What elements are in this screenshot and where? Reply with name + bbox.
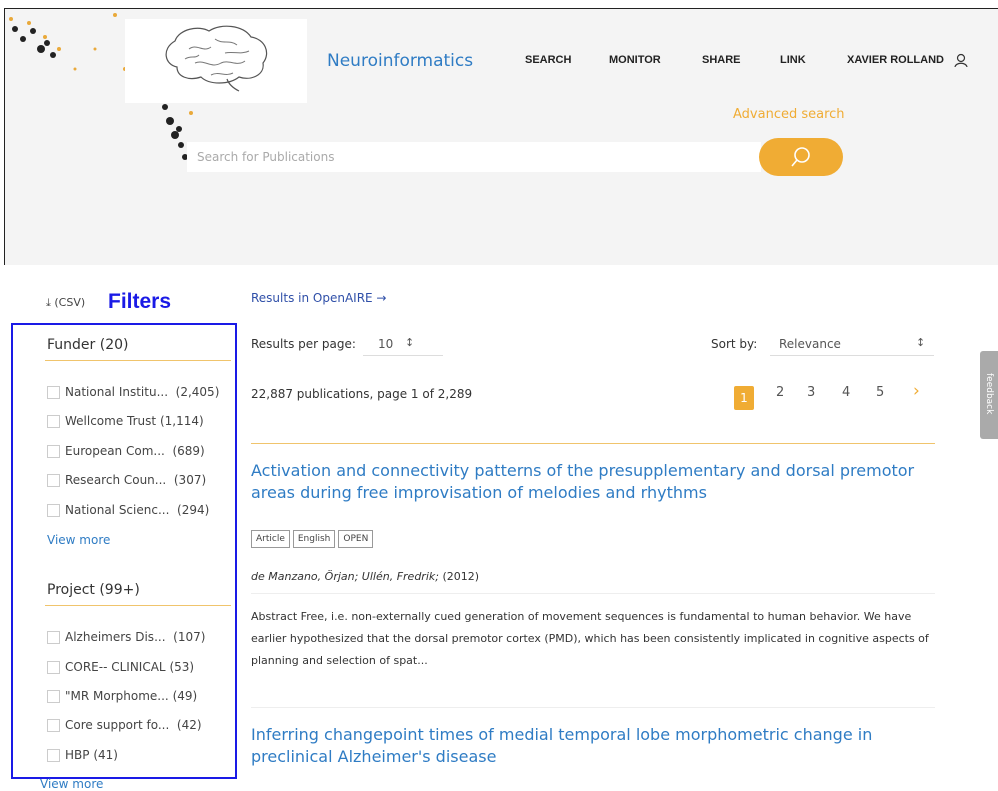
funder-view-more[interactable]: View more: [47, 533, 110, 547]
funder-item[interactable]: Research Coun... (307): [47, 473, 206, 487]
csv-label: (CSV): [54, 296, 86, 309]
advanced-search-link[interactable]: Advanced search: [733, 107, 845, 122]
facet-label: National Institu...: [65, 385, 169, 399]
search-input[interactable]: Search for Publications: [187, 142, 761, 172]
feedback-label: feedback: [984, 373, 994, 415]
filters-annotation: Filters: [108, 290, 172, 313]
page-5[interactable]: 5: [876, 385, 884, 400]
select-value: 10: [378, 337, 394, 351]
page-4[interactable]: 4: [842, 385, 850, 400]
page: Neuroinformatics SEARCH MONITOR SHARE LI…: [0, 0, 998, 791]
facet-label: Wellcome Trust: [65, 414, 157, 428]
checkbox[interactable]: [47, 444, 60, 458]
header: Neuroinformatics SEARCH MONITOR SHARE LI…: [4, 8, 998, 265]
facet-count: (1,114): [159, 414, 204, 428]
project-item[interactable]: HBP (41): [47, 748, 118, 762]
user-icon[interactable]: [954, 53, 968, 67]
checkbox[interactable]: [47, 660, 60, 674]
chevron-updown-icon: ↕: [916, 336, 926, 349]
sort-label: Sort by:: [711, 337, 758, 351]
funder-item[interactable]: National Institu... (2,405): [47, 385, 219, 399]
feedback-tab[interactable]: feedback: [980, 351, 998, 439]
facet-label: CORE-- CLINICAL: [65, 660, 166, 674]
funder-item[interactable]: European Com... (689): [47, 444, 205, 458]
badge-language: English: [292, 530, 336, 548]
facet-count: (49): [172, 689, 198, 703]
brand-title[interactable]: Neuroinformatics: [327, 51, 473, 71]
authors-text[interactable]: de Manzano, Örjan; Ullén, Fredrik;: [251, 570, 439, 583]
nav-link[interactable]: LINK: [780, 54, 806, 66]
checkbox[interactable]: [47, 689, 60, 703]
result-divider: [251, 707, 935, 708]
facet-count: (53): [169, 660, 195, 674]
badge-type: Article: [251, 530, 290, 548]
results-per-page-select[interactable]: 10 ↕: [363, 333, 443, 356]
project-item[interactable]: Alzheimers Dis... (107): [47, 630, 205, 644]
facet-label: National Scienc...: [65, 503, 170, 517]
facet-label: Research Coun...: [65, 473, 167, 487]
search-button[interactable]: [759, 138, 843, 176]
result-title[interactable]: Inferring changepoint times of medial te…: [251, 724, 931, 768]
brain-logo[interactable]: [125, 19, 307, 103]
checkbox[interactable]: [47, 630, 60, 644]
nav-monitor[interactable]: MONITOR: [609, 54, 661, 66]
nav-search[interactable]: SEARCH: [525, 54, 571, 66]
facet-label: Alzheimers Dis...: [65, 630, 166, 644]
facet-count: (689): [172, 444, 205, 458]
facet-count: (41): [93, 748, 118, 762]
result-title[interactable]: Activation and connectivity patterns of …: [251, 460, 931, 504]
funder-divider: [45, 360, 231, 361]
facet-count: (42): [176, 718, 202, 732]
project-facet-title[interactable]: Project (99+): [47, 582, 140, 598]
facet-count: (2,405): [175, 385, 220, 399]
result-separator: [251, 593, 935, 594]
result-year: (2012): [442, 570, 480, 583]
facet-count: (294): [177, 503, 210, 517]
facet-count: (107): [173, 630, 206, 644]
select-value: Relevance: [779, 337, 841, 351]
project-item[interactable]: CORE-- CLINICAL (53): [47, 660, 194, 674]
facet-label: European Com...: [65, 444, 165, 458]
project-item[interactable]: Core support fo... (42): [47, 718, 202, 732]
chevron-updown-icon: ↕: [405, 336, 415, 349]
download-icon: ⤓: [46, 296, 51, 309]
checkbox[interactable]: [47, 385, 60, 399]
facet-label: "MR Morphome...: [65, 689, 169, 703]
results-in-openaire-link[interactable]: Results in OpenAIRE →: [251, 291, 387, 305]
user-menu[interactable]: XAVIER ROLLAND: [847, 54, 944, 66]
project-item[interactable]: "MR Morphome... (49): [47, 689, 197, 703]
checkbox[interactable]: [47, 748, 60, 762]
sort-select[interactable]: Relevance ↕: [770, 333, 934, 356]
results-divider: [251, 443, 935, 444]
page-1[interactable]: 1: [734, 386, 754, 410]
checkbox[interactable]: [47, 718, 60, 732]
page-2[interactable]: 2: [776, 385, 784, 400]
search-icon: [791, 147, 810, 167]
result-authors: de Manzano, Örjan; Ullén, Fredrik; (2012…: [251, 570, 479, 583]
project-divider: [45, 605, 231, 606]
results-per-page-label: Results per page:: [251, 337, 356, 351]
facet-count: (307): [173, 473, 207, 487]
project-view-more[interactable]: View more: [40, 777, 103, 791]
checkbox[interactable]: [47, 414, 60, 428]
results-count: 22,887 publications, page 1 of 2,289: [251, 387, 473, 401]
checkbox[interactable]: [47, 503, 60, 517]
facet-label: HBP: [65, 748, 90, 762]
funder-item[interactable]: Wellcome Trust (1,114): [47, 414, 204, 428]
funder-item[interactable]: National Scienc... (294): [47, 503, 209, 517]
badge-access: OPEN: [338, 530, 374, 548]
result-badges: Article English OPEN: [251, 530, 374, 548]
nav-share[interactable]: SHARE: [702, 54, 741, 66]
facet-label: Core support fo...: [65, 718, 170, 732]
next-page-chevron-icon[interactable]: ›: [913, 381, 920, 401]
result-abstract: Abstract Free, i.e. non-externally cued …: [251, 610, 929, 667]
checkbox[interactable]: [47, 473, 60, 487]
funder-facet-title[interactable]: Funder (20): [47, 337, 128, 353]
page-3[interactable]: 3: [807, 385, 815, 400]
download-csv[interactable]: ⤓ (CSV): [46, 296, 85, 310]
